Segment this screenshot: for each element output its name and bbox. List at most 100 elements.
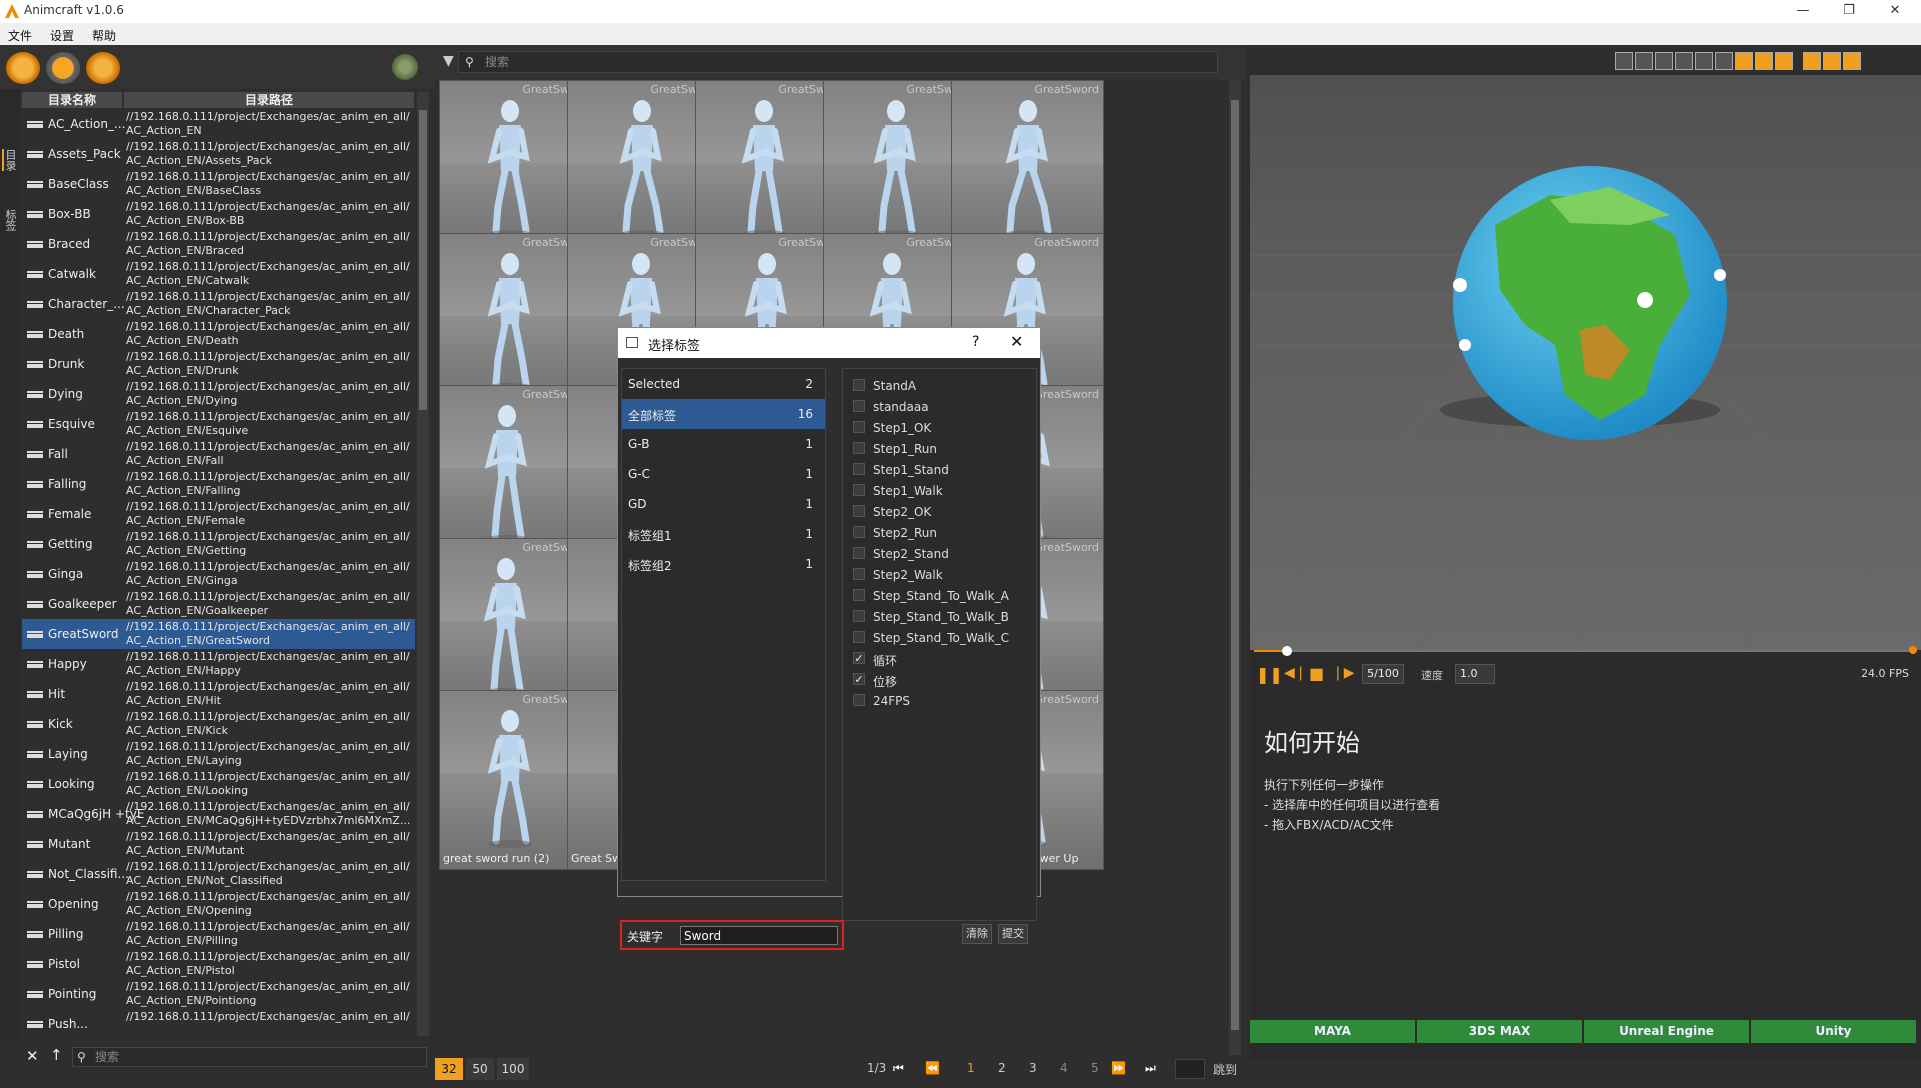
clapper-icon[interactable] (1803, 52, 1821, 70)
library-search-input[interactable]: ⚲ 搜索 (458, 51, 1218, 73)
motion-path-icon[interactable] (1695, 52, 1713, 70)
next-page-icon[interactable]: ⏩ (1111, 1061, 1126, 1075)
refresh-icon[interactable] (392, 54, 418, 80)
directory-row[interactable]: Looking//192.168.0.111/project/Exchanges… (22, 769, 415, 799)
directory-row[interactable]: Getting//192.168.0.111/project/Exchanges… (22, 529, 415, 559)
directory-row[interactable]: Dying//192.168.0.111/project/Exchanges/a… (22, 379, 415, 409)
directory-row[interactable]: MCaQg6jH +tyEDVzrbh...//192.168.0.111/pr… (22, 799, 415, 829)
character-icon[interactable] (6, 52, 40, 84)
filter-icon[interactable]: ▼ (443, 53, 454, 69)
ik-icon[interactable] (1675, 52, 1693, 70)
directory-row[interactable]: Pistol//192.168.0.111/project/Exchanges/… (22, 949, 415, 979)
pause-icon[interactable]: ❚❚ (1256, 665, 1283, 684)
minimize-button[interactable]: — (1780, 0, 1826, 23)
gear-icon[interactable] (1843, 52, 1861, 70)
tag-checkbox[interactable] (853, 505, 865, 517)
animation-icon[interactable] (46, 52, 80, 84)
step-back-icon[interactable]: ◀❘ (1284, 665, 1307, 681)
directory-row[interactable]: Assets_Pack//192.168.0.111/project/Excha… (22, 139, 415, 169)
directory-row[interactable]: Catwalk//192.168.0.111/project/Exchanges… (22, 259, 415, 289)
grid-scrollbar[interactable] (1229, 80, 1241, 1055)
tag-group-row[interactable]: GD 1 (622, 489, 825, 519)
grid-icon[interactable] (1615, 52, 1633, 70)
tag-checkbox[interactable] (853, 589, 865, 601)
directory-row[interactable]: BaseClass//192.168.0.111/project/Exchang… (22, 169, 415, 199)
page-3[interactable]: 3 (1029, 1061, 1037, 1075)
tag-checkbox[interactable] (853, 694, 865, 706)
directory-row[interactable]: Box-BB//192.168.0.111/project/Exchanges/… (22, 199, 415, 229)
directory-search-input[interactable]: ⚲ 搜索 (72, 1047, 427, 1067)
last-page-icon[interactable]: ⏭ (1145, 1061, 1156, 1076)
column-header-path[interactable]: 目录路径 (124, 92, 414, 108)
menu-file[interactable]: 文件 (8, 27, 32, 44)
directory-row[interactable]: Death//192.168.0.111/project/Exchanges/a… (22, 319, 415, 349)
tab-tags[interactable]: 标签 (2, 209, 18, 231)
light-icon[interactable] (1715, 52, 1733, 70)
tag-checkbox[interactable]: ✓ (853, 652, 865, 664)
column-header-name[interactable]: 目录名称 (22, 92, 122, 108)
tag-checkbox[interactable] (853, 631, 865, 643)
directory-row[interactable]: Hit//192.168.0.111/project/Exchanges/ac_… (22, 679, 415, 709)
restore-button[interactable]: ❐ (1826, 0, 1872, 23)
up-arrow-icon[interactable]: ↑ (50, 1046, 63, 1064)
pose-icon[interactable] (1775, 52, 1793, 70)
jump-page-input[interactable] (1175, 1059, 1205, 1079)
tag-checkbox[interactable] (853, 421, 865, 433)
grid-scrollbar-thumb[interactable] (1231, 100, 1239, 1030)
page-5[interactable]: 5 (1091, 1061, 1099, 1075)
page-size-32[interactable]: 32 (435, 1058, 463, 1080)
directory-row[interactable]: Pilling//192.168.0.111/project/Exchanges… (22, 919, 415, 949)
tag-checkbox[interactable] (853, 379, 865, 391)
directory-row[interactable]: Goalkeeper//192.168.0.111/project/Exchan… (22, 589, 415, 619)
keyword-input[interactable] (680, 926, 838, 945)
directory-row[interactable]: Female//192.168.0.111/project/Exchanges/… (22, 499, 415, 529)
settings-icon[interactable] (1823, 52, 1841, 70)
page-1[interactable]: 1 (967, 1061, 975, 1075)
close-icon[interactable]: ✕ (26, 1047, 39, 1065)
directory-row[interactable]: GreatSword//192.168.0.111/project/Exchan… (22, 619, 415, 649)
close-window-button[interactable]: ✕ (1872, 0, 1918, 23)
3d-viewport[interactable] (1250, 75, 1921, 650)
tag-group-row[interactable]: Selected 2 (622, 369, 825, 399)
directory-row[interactable]: Laying//192.168.0.111/project/Exchanges/… (22, 739, 415, 769)
timeline-end-marker[interactable] (1909, 646, 1917, 654)
export-maya-button[interactable]: MAYA (1250, 1020, 1415, 1043)
prev-page-icon[interactable]: ⏪ (925, 1061, 940, 1075)
floor-icon[interactable] (1635, 52, 1653, 70)
directory-row[interactable]: Ginga//192.168.0.111/project/Exchanges/a… (22, 559, 415, 589)
tag-checkbox[interactable] (853, 484, 865, 496)
tag-checkbox[interactable] (853, 442, 865, 454)
stop-icon[interactable]: ■ (1309, 664, 1324, 683)
dialog-help-button[interactable]: ? (972, 334, 979, 350)
directory-row[interactable]: Drunk//192.168.0.111/project/Exchanges/a… (22, 349, 415, 379)
page-4[interactable]: 4 (1060, 1061, 1068, 1075)
tab-directory[interactable]: 目录 (2, 149, 18, 171)
tag-checkbox[interactable] (853, 610, 865, 622)
tag-checkbox[interactable] (853, 526, 865, 538)
pose-icon[interactable] (86, 52, 120, 84)
skeleton-icon[interactable] (1655, 52, 1673, 70)
export-3dsmax-button[interactable]: 3DS MAX (1417, 1020, 1582, 1043)
directory-row[interactable]: Mutant//192.168.0.111/project/Exchanges/… (22, 829, 415, 859)
directory-scrollbar-thumb[interactable] (419, 110, 427, 410)
export-unreal-button[interactable]: Unreal Engine (1584, 1020, 1749, 1043)
dialog-close-icon[interactable]: ✕ (1010, 332, 1023, 351)
clear-button[interactable]: 清除 (962, 924, 992, 944)
first-page-icon[interactable]: ⏮ (893, 1061, 904, 1076)
directory-row[interactable]: Not_Classifi...//192.168.0.111/project/E… (22, 859, 415, 889)
tag-group-row[interactable]: 全部标签 16 (622, 399, 825, 429)
directory-row[interactable]: Braced//192.168.0.111/project/Exchanges/… (22, 229, 415, 259)
tag-checkbox[interactable] (853, 547, 865, 559)
menu-settings[interactable]: 设置 (50, 27, 74, 44)
directory-row[interactable]: Character_...//192.168.0.111/project/Exc… (22, 289, 415, 319)
page-2[interactable]: 2 (998, 1061, 1006, 1075)
directory-row[interactable]: Esquive//192.168.0.111/project/Exchanges… (22, 409, 415, 439)
tag-group-row[interactable]: 标签组1 1 (622, 519, 825, 549)
speed-input[interactable]: 1.0 (1455, 664, 1495, 684)
tag-checkbox[interactable] (853, 463, 865, 475)
directory-row[interactable]: Pointing//192.168.0.111/project/Exchange… (22, 979, 415, 1009)
directory-row[interactable]: Opening//192.168.0.111/project/Exchanges… (22, 889, 415, 919)
tag-checkbox[interactable] (853, 568, 865, 580)
export-unity-button[interactable]: Unity (1751, 1020, 1916, 1043)
menu-help[interactable]: 帮助 (92, 27, 116, 44)
